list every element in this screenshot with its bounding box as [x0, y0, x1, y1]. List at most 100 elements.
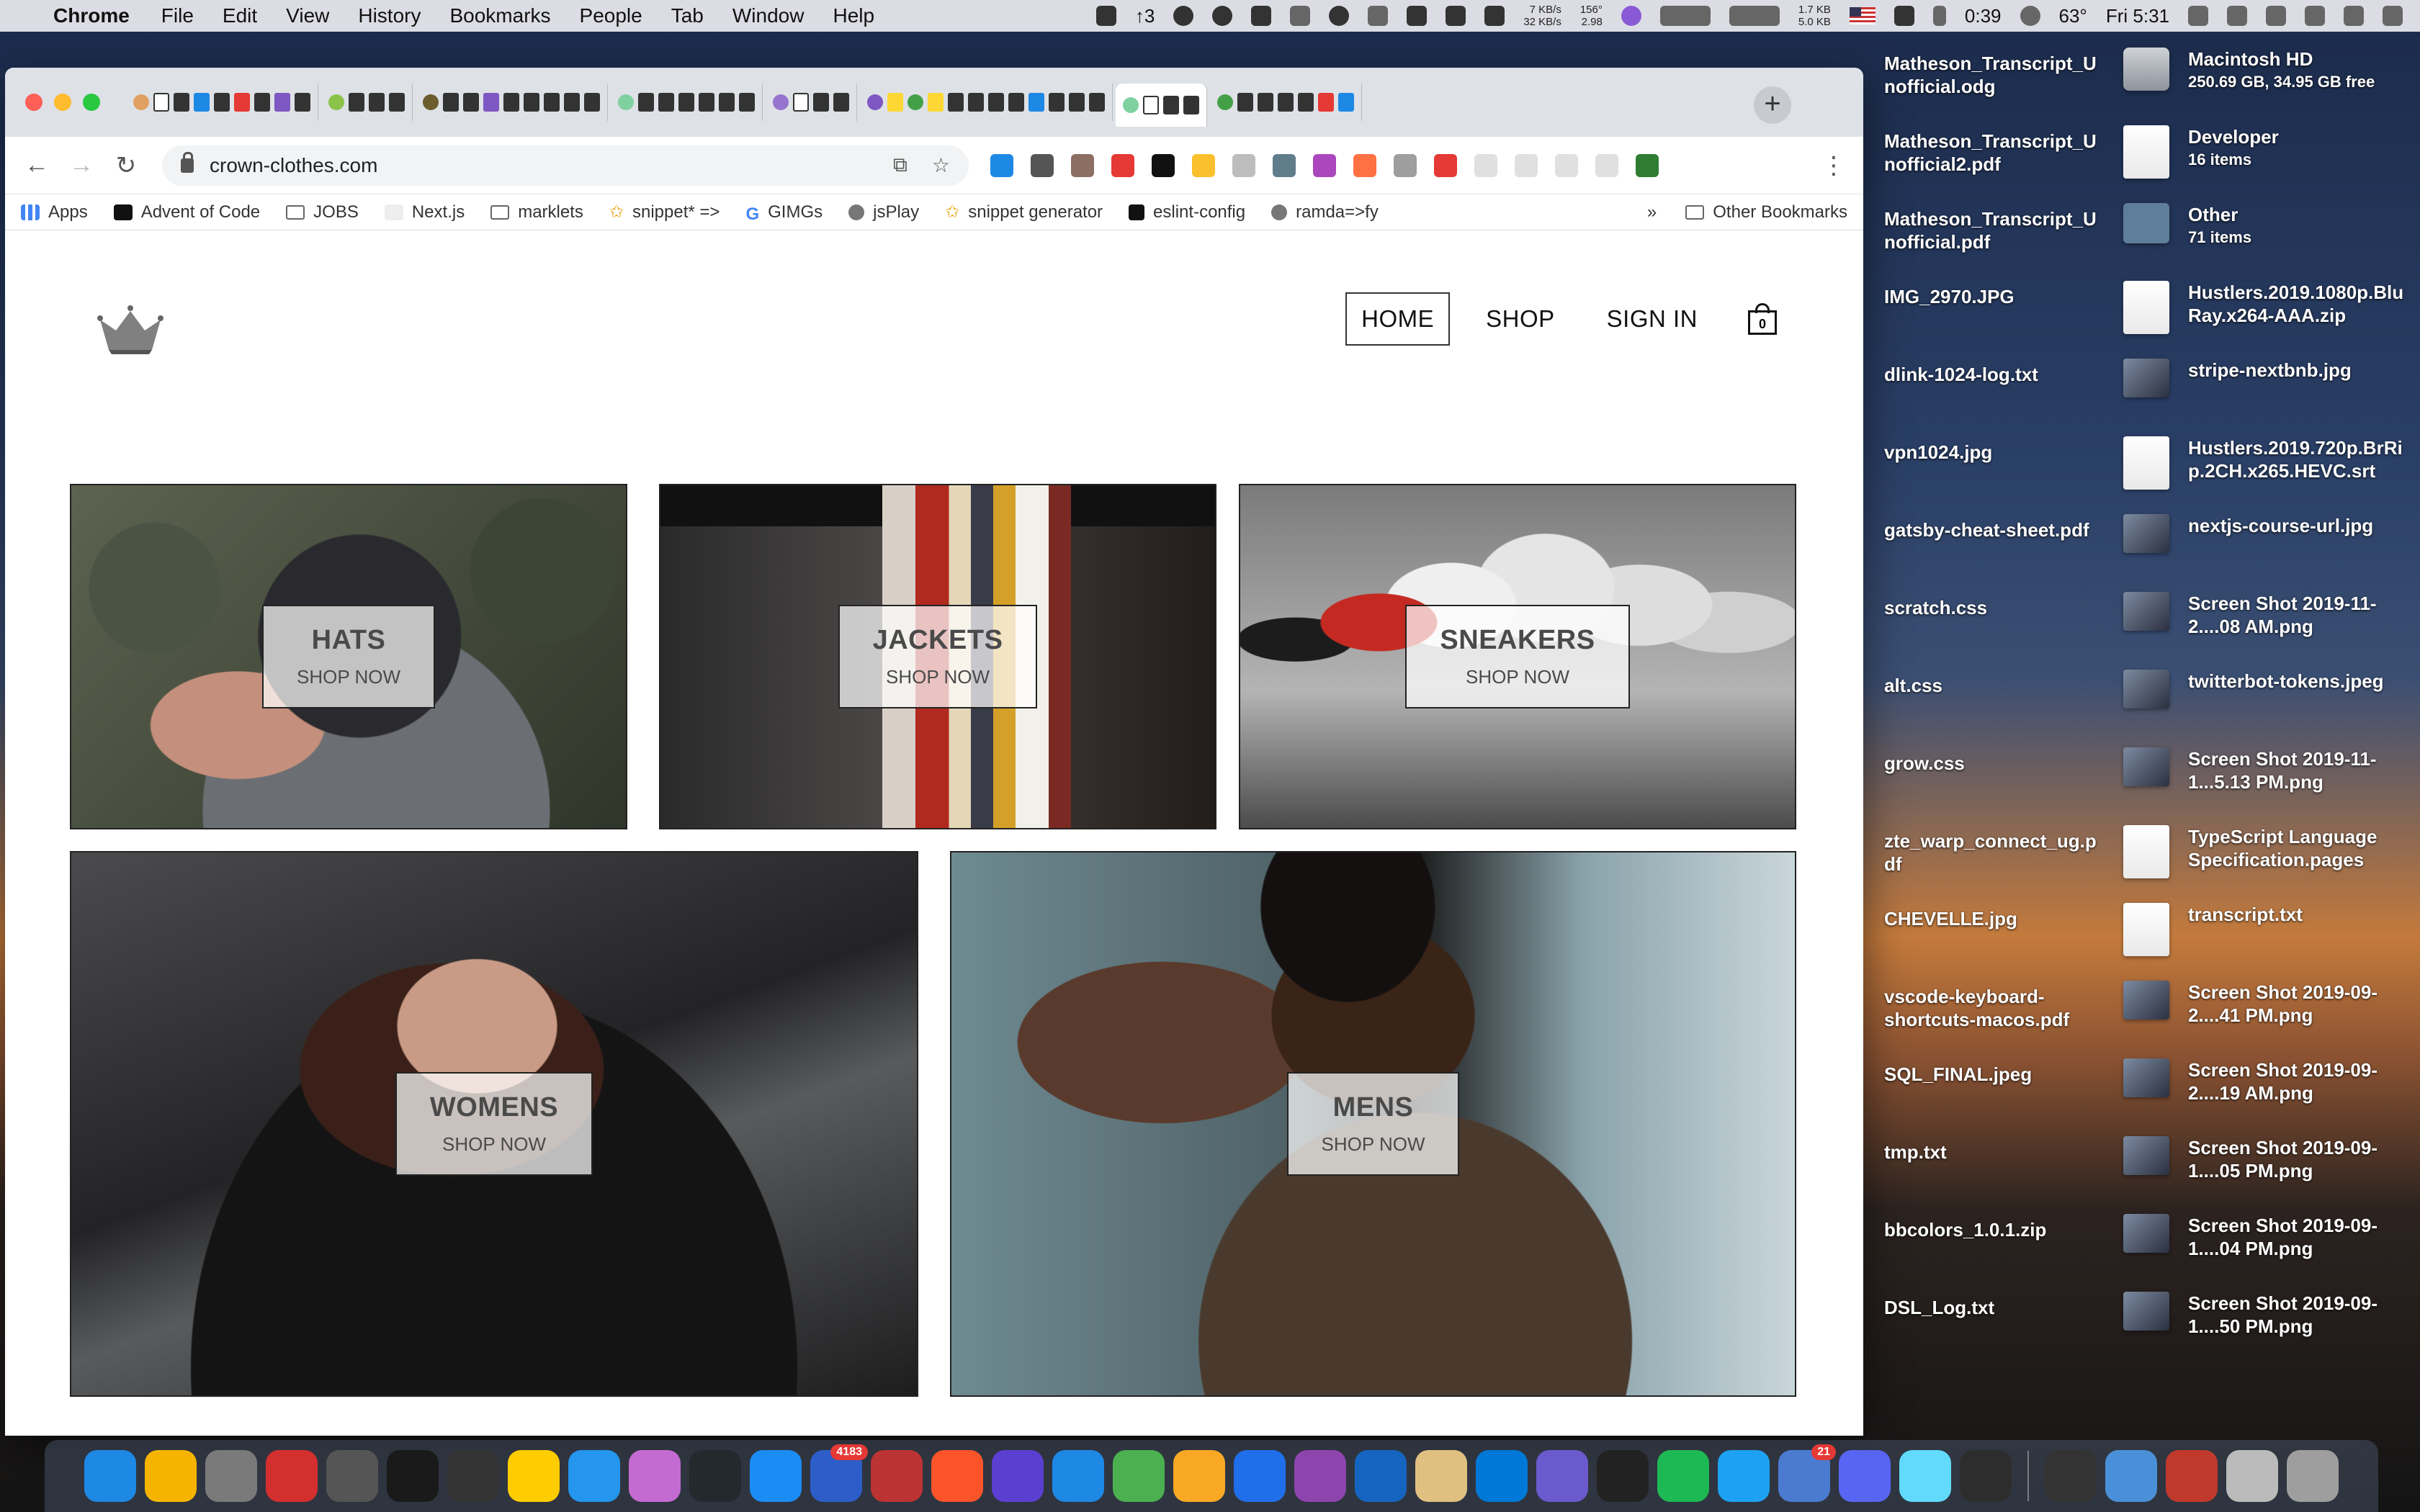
forward-button[interactable]: → [67, 151, 96, 179]
back-button[interactable]: ← [22, 151, 51, 179]
sync-icon[interactable] [1368, 6, 1389, 26]
dock-app-icon[interactable] [750, 1450, 802, 1502]
dock-app-icon[interactable] [689, 1450, 741, 1502]
weather-icon[interactable] [2020, 6, 2040, 26]
battery-icon[interactable] [1932, 6, 1946, 26]
tab-group[interactable] [126, 84, 318, 121]
dock-app-icon[interactable] [1657, 1450, 1709, 1502]
tab-group[interactable] [416, 84, 608, 121]
desktop-file[interactable]: Screen Shot 2019-09-1....50 PM.png [2123, 1292, 2411, 1338]
input-source-flag-icon[interactable] [1849, 7, 1876, 24]
desktop-file[interactable]: bbcolors_1.0.1.zip [1884, 1218, 2107, 1241]
dock-app-icon[interactable] [1597, 1450, 1649, 1502]
cloud-icon[interactable] [1329, 6, 1350, 26]
extension-icon[interactable] [1232, 153, 1255, 177]
extension-icon[interactable] [1071, 153, 1094, 177]
dock-app-icon[interactable] [1960, 1450, 2012, 1502]
open-external-icon[interactable]: ⧉ [893, 153, 908, 177]
tab-active[interactable] [1116, 84, 1207, 127]
menu-history[interactable]: History [358, 4, 421, 27]
cart-icon[interactable]: 0 [1748, 303, 1777, 335]
menu-view[interactable]: View [286, 4, 329, 27]
extension-icon[interactable] [1313, 153, 1336, 177]
wireless-icon[interactable] [1290, 6, 1311, 26]
desktop-file[interactable]: Hustlers.2019.720p.BrRip.2CH.x265.HEVC.s… [2123, 436, 2411, 490]
chrome-menu-icon[interactable]: ⋮ [1821, 151, 1846, 180]
crown-logo-icon[interactable] [94, 298, 166, 356]
dock-app-icon[interactable] [508, 1450, 560, 1502]
dock-app-icon[interactable] [992, 1450, 1044, 1502]
category-tile-mens[interactable]: MENS SHOP NOW [950, 851, 1796, 1397]
memory-graph-icon[interactable] [1659, 6, 1711, 26]
extension-icon[interactable] [990, 153, 1013, 177]
close-window-button[interactable] [25, 94, 42, 111]
zoom-window-button[interactable] [83, 94, 100, 111]
dock-app-icon[interactable] [145, 1450, 197, 1502]
dock-app-icon[interactable] [931, 1450, 983, 1502]
new-tab-button[interactable]: + [1754, 86, 1791, 124]
bookmark-jobs[interactable]: JOBS [286, 202, 359, 222]
notification-icon[interactable] [1894, 6, 1914, 26]
extension-icon[interactable] [1555, 153, 1578, 177]
desktop-file[interactable]: zte_warp_connect_ug.pdf [1884, 829, 2107, 876]
desktop-file[interactable]: Screen Shot 2019-11-1...5.13 PM.png [2123, 747, 2411, 793]
desktop-file[interactable]: dlink-1024-log.txt [1884, 363, 2107, 386]
nav-home[interactable]: HOME [1345, 292, 1451, 346]
extension-icon[interactable] [1595, 153, 1618, 177]
dock-app-icon[interactable] [2287, 1450, 2339, 1502]
incognito-icon[interactable] [1173, 6, 1194, 26]
dropbox-icon[interactable] [1484, 6, 1505, 26]
desktop-file[interactable]: twitterbot-tokens.jpeg [2123, 670, 2411, 708]
desktop-file[interactable]: IMG_2970.JPG [1884, 285, 2107, 308]
headphones-icon[interactable] [2227, 6, 2247, 26]
address-bar[interactable]: crown-clothes.com ⧉ ☆ [162, 145, 969, 186]
desktop-file[interactable]: vscode-keyboard-shortcuts-macos.pdf [1884, 985, 2107, 1031]
extension-icon[interactable] [1152, 153, 1175, 177]
desktop-file[interactable]: Screen Shot 2019-09-2....19 AM.png [2123, 1058, 2411, 1104]
menu-help[interactable]: Help [833, 4, 874, 27]
extension-icon[interactable] [1394, 153, 1417, 177]
category-tile-sneakers[interactable]: SNEAKERS SHOP NOW [1239, 484, 1796, 829]
nav-shop[interactable]: SHOP [1470, 292, 1571, 346]
bookmark-eslint-config[interactable]: eslint-config [1129, 202, 1245, 222]
extension-icon[interactable] [1434, 153, 1457, 177]
dock-app-icon[interactable] [2166, 1450, 2218, 1502]
cast-icon[interactable] [1446, 6, 1466, 26]
category-tile-womens[interactable]: WOMENS SHOP NOW [70, 851, 918, 1397]
desktop-file[interactable]: TypeScript Language Specification.pages [2123, 825, 2411, 878]
extension-icon[interactable] [1636, 153, 1659, 177]
dock-app-icon[interactable] [568, 1450, 620, 1502]
desktop-file[interactable]: grow.css [1884, 752, 2107, 775]
dock-app-icon[interactable] [1718, 1450, 1770, 1502]
desktop-file[interactable]: Other 71 items [2123, 203, 2411, 249]
nav-sign-in[interactable]: SIGN IN [1591, 292, 1713, 346]
desktop-file[interactable]: nextjs-course-url.jpg [2123, 514, 2411, 553]
desktop-file[interactable]: scratch.css [1884, 596, 2107, 619]
dock-app-icon[interactable] [1173, 1450, 1225, 1502]
extension-icon[interactable] [1192, 153, 1215, 177]
dock-app-icon[interactable] [2105, 1450, 2157, 1502]
wifi-icon[interactable] [2305, 6, 2325, 26]
menu-file[interactable]: File [161, 4, 194, 27]
time-machine-icon[interactable] [2266, 6, 2286, 26]
minimize-window-button[interactable] [54, 94, 71, 111]
menu-app-name[interactable]: Chrome [53, 4, 130, 27]
menu-people[interactable]: People [580, 4, 642, 27]
dock-app-icon[interactable] [1536, 1450, 1588, 1502]
dock-app-icon[interactable] [1234, 1450, 1286, 1502]
dock-app-icon[interactable] [1113, 1450, 1165, 1502]
weather-temp[interactable]: 63° [2059, 5, 2087, 27]
extension-icon[interactable] [1031, 153, 1054, 177]
menu-window[interactable]: Window [732, 4, 805, 27]
menu-bookmarks[interactable]: Bookmarks [449, 4, 550, 27]
dock-app-icon[interactable] [629, 1450, 681, 1502]
bookmark-snippet[interactable]: ✩ snippet* => [609, 202, 720, 222]
category-tile-hats[interactable]: HATS SHOP NOW [70, 484, 627, 829]
dock-app-icon[interactable] [2045, 1450, 2097, 1502]
bookmark-advent-of-code[interactable]: Advent of Code [113, 202, 260, 222]
glasses-icon[interactable] [2344, 6, 2364, 26]
dock-app-icon[interactable] [84, 1450, 136, 1502]
url-text[interactable]: crown-clothes.com [210, 154, 377, 177]
desktop-file[interactable]: Developer 16 items [2123, 125, 2411, 179]
dock-app-icon[interactable] [447, 1450, 499, 1502]
